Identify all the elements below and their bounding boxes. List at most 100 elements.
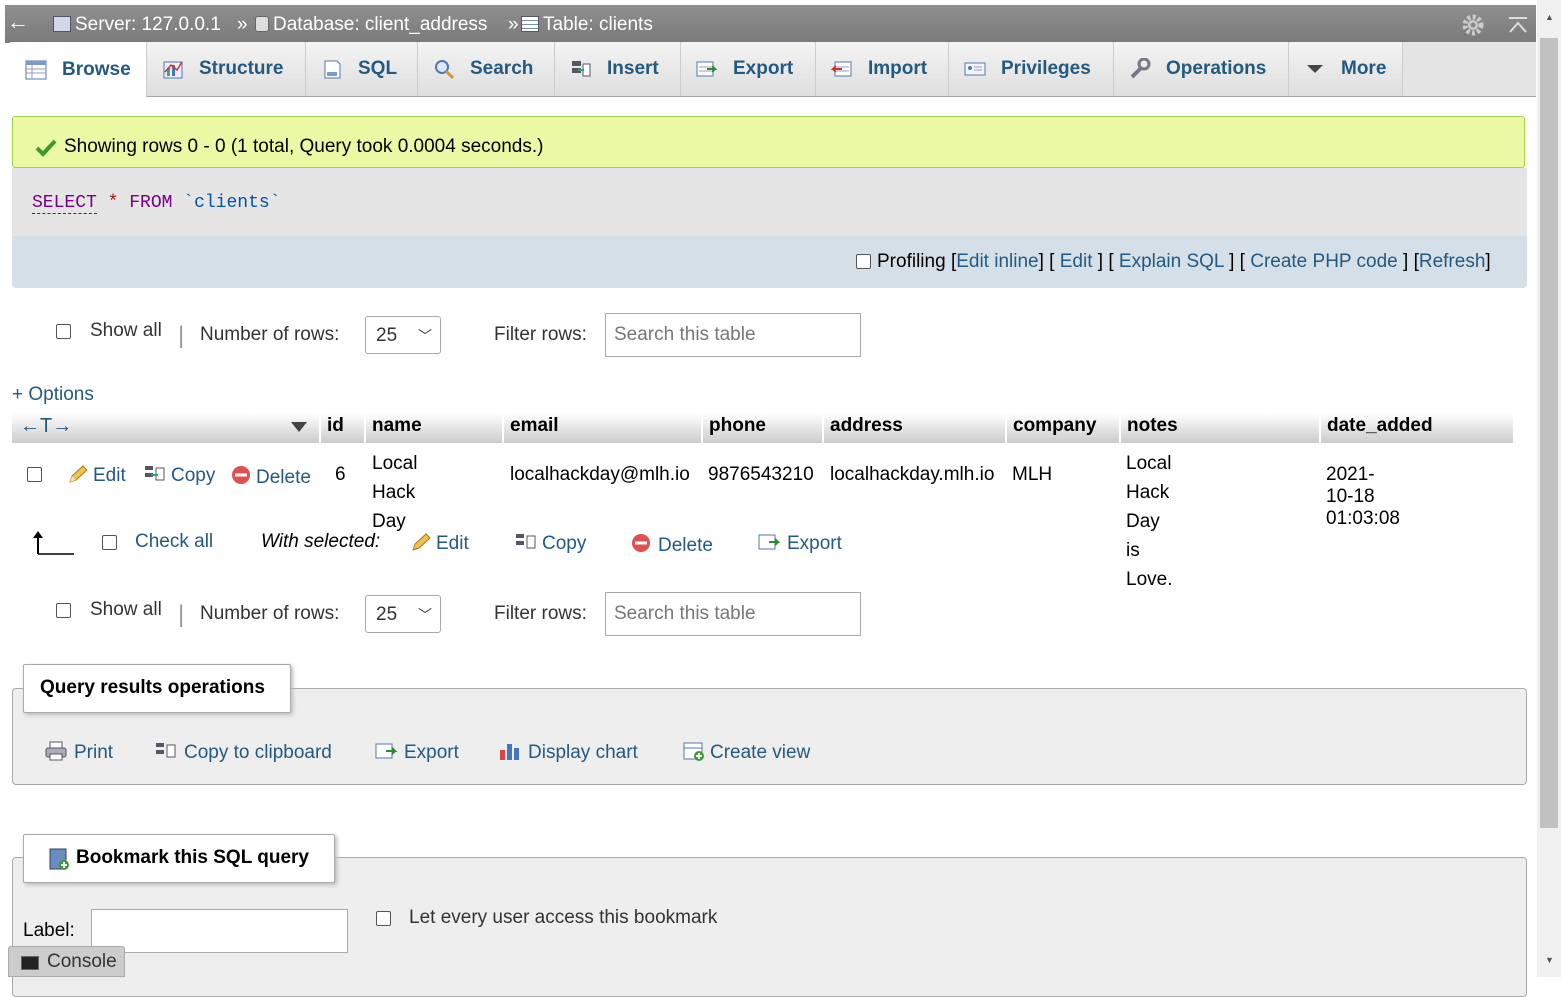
export-results-label: Export: [404, 742, 459, 763]
sql-query-text: SELECT * FROM `clients`: [32, 193, 281, 214]
arrow-ltr-icon: [33, 531, 74, 555]
bracket: ]: [1485, 251, 1491, 272]
check-all-label[interactable]: Check all: [135, 531, 213, 553]
settings-gear-icon[interactable]: [1461, 13, 1485, 37]
console-label: Console: [47, 951, 117, 972]
column-header-date-added[interactable]: date_added: [1321, 413, 1514, 443]
row-checkbox[interactable]: [27, 466, 42, 488]
tab-more[interactable]: More: [1289, 42, 1403, 96]
every-user-checkbox[interactable]: [376, 910, 391, 932]
column-header-email[interactable]: email: [504, 413, 702, 443]
breadcrumb-database[interactable]: Database: client_address: [255, 14, 487, 36]
tab-privileges[interactable]: Privileges: [949, 42, 1114, 96]
tab-privileges-label: Privileges: [1001, 58, 1091, 79]
column-header-address[interactable]: address: [824, 413, 1006, 443]
edit-query-link[interactable]: Edit: [1060, 251, 1093, 272]
tab-search[interactable]: Search: [418, 42, 555, 96]
show-all-checkbox[interactable]: [56, 323, 71, 345]
console-toggle[interactable]: Console: [8, 946, 125, 977]
export-icon: [374, 740, 398, 762]
with-selected-label: With selected:: [261, 531, 381, 552]
scrollbar-thumb[interactable]: [1540, 38, 1558, 828]
tab-export-label: Export: [733, 58, 794, 79]
privileges-icon: [964, 62, 986, 76]
show-all-checkbox-bottom[interactable]: [56, 602, 71, 624]
nav-separator: |: [178, 322, 185, 349]
cell-address: localhackday.mlh.io: [830, 464, 995, 485]
back-arrow-icon[interactable]: ←: [7, 9, 29, 35]
checkmark-icon: [35, 139, 57, 157]
row-edit-label: Edit: [93, 465, 126, 486]
filter-rows-label-bottom: Filter rows:: [494, 603, 587, 624]
filter-rows-input[interactable]: Search this table: [605, 313, 861, 357]
console-icon: [21, 956, 39, 970]
edit-inline-link[interactable]: Edit inline: [956, 251, 1038, 272]
show-all-label-bottom: Show all: [90, 599, 162, 620]
sql-keyword-select[interactable]: SELECT: [32, 193, 97, 214]
options-link[interactable]: + Options: [12, 384, 94, 406]
create-view-link[interactable]: Create view: [682, 740, 810, 764]
filter-rows-placeholder-bottom: Search this table: [614, 603, 756, 624]
row-copy-label: Copy: [171, 465, 216, 486]
print-link[interactable]: Print: [44, 740, 113, 764]
bulk-copy-button[interactable]: Copy: [514, 532, 586, 555]
success-message: Showing rows 0 - 0 (1 total, Query took …: [12, 116, 1525, 168]
refresh-link[interactable]: Refresh: [1419, 251, 1486, 272]
bulk-copy-label: Copy: [542, 533, 587, 554]
tab-insert[interactable]: Insert: [555, 42, 681, 96]
vertical-scrollbar[interactable]: ▲ ▼: [1537, 0, 1561, 977]
tab-structure[interactable]: Structure: [147, 42, 306, 96]
breadcrumb-server[interactable]: Server: 127.0.0.1: [53, 14, 221, 36]
filter-rows-input-bottom[interactable]: Search this table: [605, 592, 861, 636]
row-delete-label: Delete: [256, 467, 311, 488]
create-php-code-link[interactable]: Create PHP code: [1250, 251, 1398, 272]
column-header-id[interactable]: id: [321, 413, 365, 443]
copy-icon: [143, 464, 167, 484]
display-chart-link[interactable]: Display chart: [498, 740, 638, 764]
tab-export[interactable]: Export: [681, 42, 816, 96]
tab-browse[interactable]: Browse: [10, 42, 147, 98]
number-of-rows-select-bottom[interactable]: 25 ﹀: [365, 595, 441, 633]
cell-name: Local Hack Day: [372, 449, 417, 536]
row-copy-link[interactable]: Copy: [143, 464, 215, 487]
explain-sql-link[interactable]: Explain SQL: [1119, 251, 1224, 272]
export-icon: [757, 532, 781, 552]
column-resize-icon[interactable]: ←T→: [20, 415, 72, 438]
number-of-rows-select[interactable]: 25 ﹀: [365, 316, 441, 354]
column-header-notes[interactable]: notes: [1121, 413, 1320, 443]
filter-rows-label: Filter rows:: [494, 324, 587, 345]
bookmark-label-input[interactable]: [91, 909, 348, 953]
bulk-export-button[interactable]: Export: [757, 532, 842, 555]
cell-id: 6: [335, 464, 346, 485]
cell-name-line-2: Day: [372, 511, 406, 532]
tab-sql[interactable]: SQL: [306, 42, 418, 96]
search-icon: [435, 60, 455, 80]
row-edit-link[interactable]: Edit: [67, 464, 126, 487]
export-results-link[interactable]: Export: [374, 740, 459, 764]
cell-phone: 9876543210: [708, 464, 814, 485]
bookmark-label-text: Label:: [23, 920, 75, 941]
bracket: ]: [1403, 251, 1409, 272]
breadcrumb-table[interactable]: Table: clients: [521, 14, 653, 36]
column-header-company[interactable]: company: [1007, 413, 1120, 443]
column-dropdown-icon[interactable]: [290, 421, 308, 433]
bulk-edit-button[interactable]: Edit: [410, 532, 469, 555]
sql-tools-links: Profiling [Edit inline] [ Edit ] [ Expla…: [856, 251, 1491, 273]
triangle-down-icon: [1307, 65, 1323, 73]
bulk-delete-button[interactable]: Delete: [630, 532, 713, 557]
row-delete-link[interactable]: Delete: [230, 464, 311, 489]
copy-to-clipboard-link[interactable]: Copy to clipboard: [154, 740, 332, 764]
check-all-checkbox[interactable]: [102, 534, 117, 556]
cell-email: localhackday@mlh.io: [510, 464, 690, 485]
profiling-checkbox[interactable]: [856, 254, 871, 269]
success-message-text: Showing rows 0 - 0 (1 total, Query took …: [64, 136, 544, 157]
tab-operations[interactable]: Operations: [1114, 42, 1289, 96]
collapse-top-icon[interactable]: [1507, 15, 1529, 35]
column-header-name[interactable]: name: [366, 413, 503, 443]
delete-icon: [230, 464, 252, 486]
column-header-phone[interactable]: phone: [703, 413, 823, 443]
tab-insert-label: Insert: [607, 58, 659, 79]
sql-icon: [324, 60, 341, 79]
breadcrumb-server-label: Server: 127.0.0.1: [75, 14, 221, 35]
tab-import[interactable]: Import: [816, 42, 949, 96]
